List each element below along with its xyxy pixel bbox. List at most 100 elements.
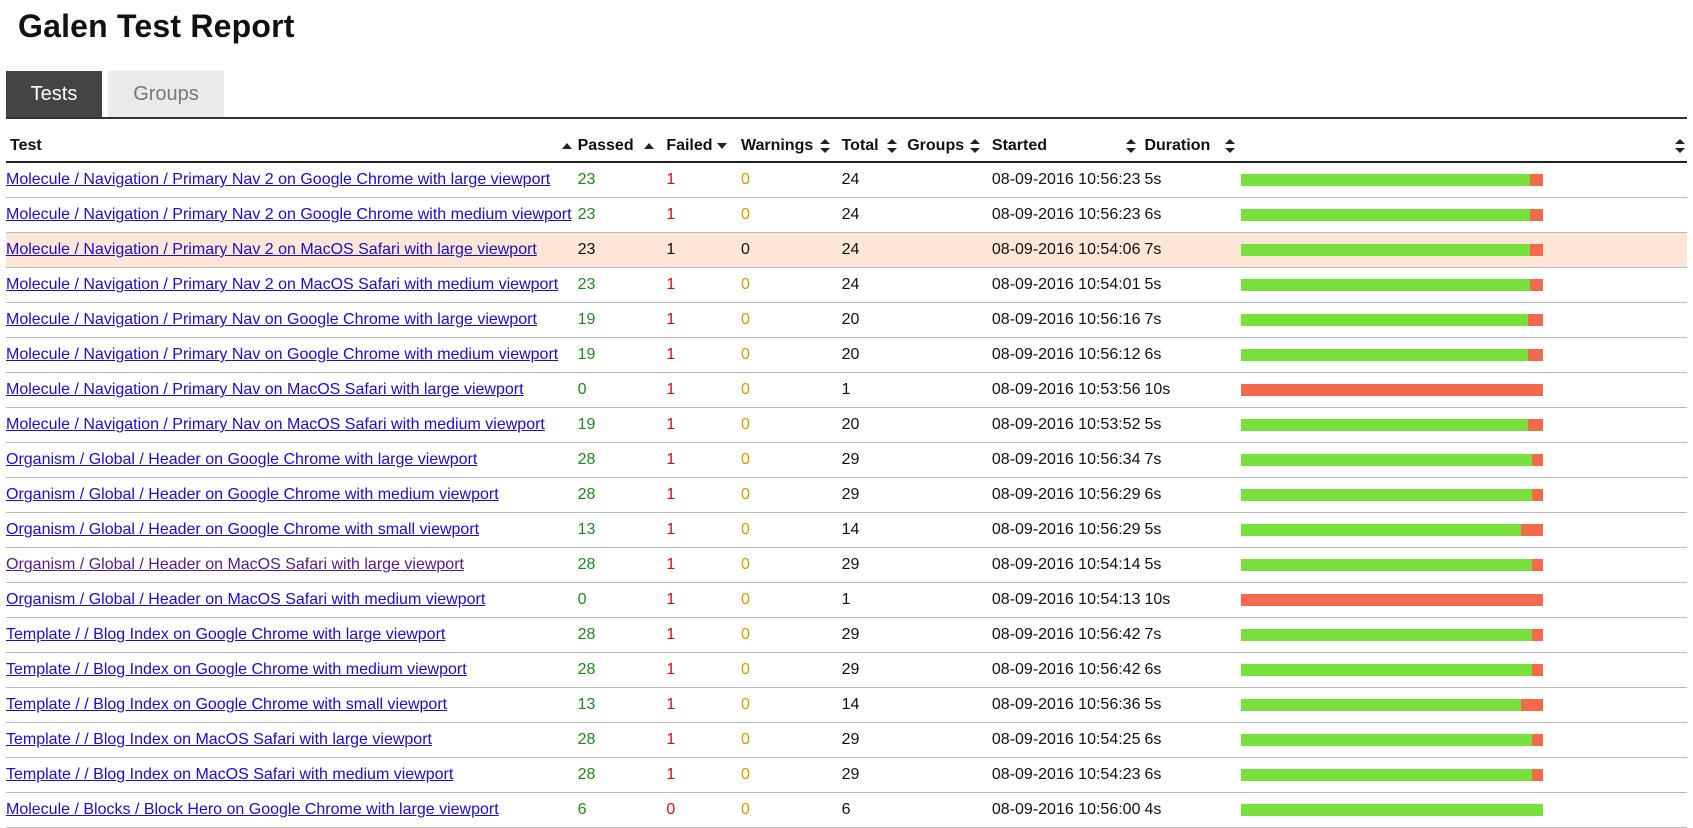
table-row[interactable]: Molecule / Navigation / Primary Nav 2 on… [6,197,1687,233]
test-link[interactable]: Molecule / Navigation / Primary Nav on M… [6,381,524,398]
column-header-duration[interactable]: Duration [1140,131,1241,163]
progress-fail-segment [1532,454,1543,466]
cell-progress [1240,197,1687,233]
table-row[interactable]: Molecule / Navigation / Primary Nav on M… [6,407,1687,443]
test-link[interactable]: Molecule / Navigation / Primary Nav 2 on… [6,241,537,258]
test-link[interactable]: Template / / Blog Index on Google Chrome… [6,626,445,643]
cell-warnings: 0 [734,757,836,793]
cell-failed: 1 [654,442,735,478]
test-link[interactable]: Organism / Global / Header on Google Chr… [6,521,479,538]
cell-started: 08-09-2016 10:56:36 [985,687,1141,723]
progress-bar [1240,384,1543,396]
cell-groups [901,477,986,513]
cell-duration: 7s [1140,617,1241,653]
cell-test: Organism / Global / Header on MacOS Safa… [6,547,572,583]
cell-duration: 10s [1140,372,1241,408]
cell-passed: 0 [571,582,655,618]
table-row[interactable]: Template / / Blog Index on MacOS Safari … [6,722,1687,758]
progress-bar [1240,699,1543,711]
cell-warnings: 0 [734,617,836,653]
table-row[interactable]: Molecule / Navigation / Primary Nav on G… [6,302,1687,338]
cell-passed: 19 [571,302,655,338]
cell-passed: 28 [571,442,655,478]
table-row[interactable]: Organism / Global / Header on Google Chr… [6,442,1687,478]
cell-warnings: 0 [734,407,836,443]
test-link[interactable]: Template / / Blog Index on MacOS Safari … [6,731,432,748]
table-row[interactable]: Organism / Global / Header on MacOS Safa… [6,582,1687,618]
cell-warnings: 0 [734,442,836,478]
cell-failed: 0 [654,792,735,828]
progress-bar [1240,279,1543,291]
test-link[interactable]: Molecule / Navigation / Primary Nav 2 on… [6,276,558,293]
column-label-warnings: Warnings [740,137,814,154]
table-row[interactable]: Template / / Blog Index on Google Chrome… [6,687,1687,723]
column-header-test[interactable]: Test [6,131,572,163]
test-link[interactable]: Molecule / Blocks / Block Hero on Google… [6,801,499,818]
cell-duration: 10s [1140,582,1241,618]
progress-pass-segment [1240,524,1522,536]
progress-fail-segment [1532,734,1543,746]
cell-passed: 28 [571,617,655,653]
cell-warnings: 0 [734,512,836,548]
test-link[interactable]: Template / / Blog Index on Google Chrome… [6,696,447,713]
table-row[interactable]: Template / / Blog Index on Google Chrome… [6,617,1687,653]
table-row[interactable]: Molecule / Navigation / Primary Nav on M… [6,372,1687,408]
cell-total: 29 [835,547,902,583]
cell-test: Template / / Blog Index on Google Chrome… [6,652,572,688]
column-header-groups[interactable]: Groups [901,131,986,163]
progress-pass-segment [1240,174,1530,186]
column-header-total[interactable]: Total [835,131,902,163]
cell-progress [1240,547,1687,583]
column-header-failed[interactable]: Failed [654,131,735,163]
cell-failed: 1 [654,232,735,268]
test-link[interactable]: Template / / Blog Index on Google Chrome… [6,661,467,678]
table-row[interactable]: Molecule / Navigation / Primary Nav 2 on… [6,232,1687,268]
cell-duration: 5s [1140,407,1241,443]
tab-tests[interactable]: Tests [6,71,102,117]
test-link[interactable]: Molecule / Navigation / Primary Nav on G… [6,346,558,363]
table-row[interactable]: Molecule / Navigation / Primary Nav 2 on… [6,162,1687,198]
table-row[interactable]: Molecule / Navigation / Primary Nav on G… [6,337,1687,373]
column-header-progress[interactable] [1240,131,1687,163]
column-header-started[interactable]: Started [985,131,1141,163]
table-row[interactable]: Molecule / Blocks / Block Hero on Google… [6,792,1687,828]
tab-groups[interactable]: Groups [108,71,224,117]
table-row[interactable]: Template / / Blog Index on Google Chrome… [6,652,1687,688]
table-row[interactable]: Template / / Blog Index on MacOS Safari … [6,757,1687,793]
cell-duration: 5s [1140,687,1241,723]
cell-progress [1240,722,1687,758]
progress-fail-segment [1532,559,1543,571]
progress-fail-segment [1240,594,1543,606]
sort-ascending-icon [644,140,655,150]
cell-progress [1240,407,1687,443]
test-link[interactable]: Organism / Global / Header on Google Chr… [6,486,499,503]
cell-duration: 5s [1140,547,1241,583]
cell-groups [901,302,986,338]
column-label-failed: Failed [666,137,713,154]
progress-bar [1240,349,1543,361]
cell-warnings: 0 [734,372,836,408]
column-header-passed[interactable]: Passed [571,131,655,163]
cell-failed: 1 [654,617,735,653]
test-link[interactable]: Molecule / Navigation / Primary Nav on G… [6,311,537,328]
cell-test: Organism / Global / Header on Google Chr… [6,442,572,478]
test-link[interactable]: Organism / Global / Header on MacOS Safa… [6,556,464,573]
cell-test: Molecule / Navigation / Primary Nav on M… [6,372,572,408]
table-row[interactable]: Molecule / Navigation / Primary Nav 2 on… [6,267,1687,303]
column-header-warnings[interactable]: Warnings [734,131,836,163]
progress-bar [1240,664,1543,676]
table-row[interactable]: Organism / Global / Header on Google Chr… [6,512,1687,548]
test-link[interactable]: Template / / Blog Index on MacOS Safari … [6,766,453,783]
cell-test: Molecule / Navigation / Primary Nav 2 on… [6,267,572,303]
cell-groups [901,617,986,653]
test-link[interactable]: Organism / Global / Header on MacOS Safa… [6,591,485,608]
test-link[interactable]: Molecule / Navigation / Primary Nav 2 on… [6,206,572,223]
cell-total: 20 [835,302,902,338]
test-link[interactable]: Organism / Global / Header on Google Chr… [6,451,477,468]
test-link[interactable]: Molecule / Navigation / Primary Nav 2 on… [6,171,550,188]
table-row[interactable]: Organism / Global / Header on MacOS Safa… [6,547,1687,583]
cell-test: Molecule / Navigation / Primary Nav 2 on… [6,232,572,268]
table-row[interactable]: Organism / Global / Header on Google Chr… [6,477,1687,513]
progress-bar [1240,769,1543,781]
test-link[interactable]: Molecule / Navigation / Primary Nav on M… [6,416,545,433]
